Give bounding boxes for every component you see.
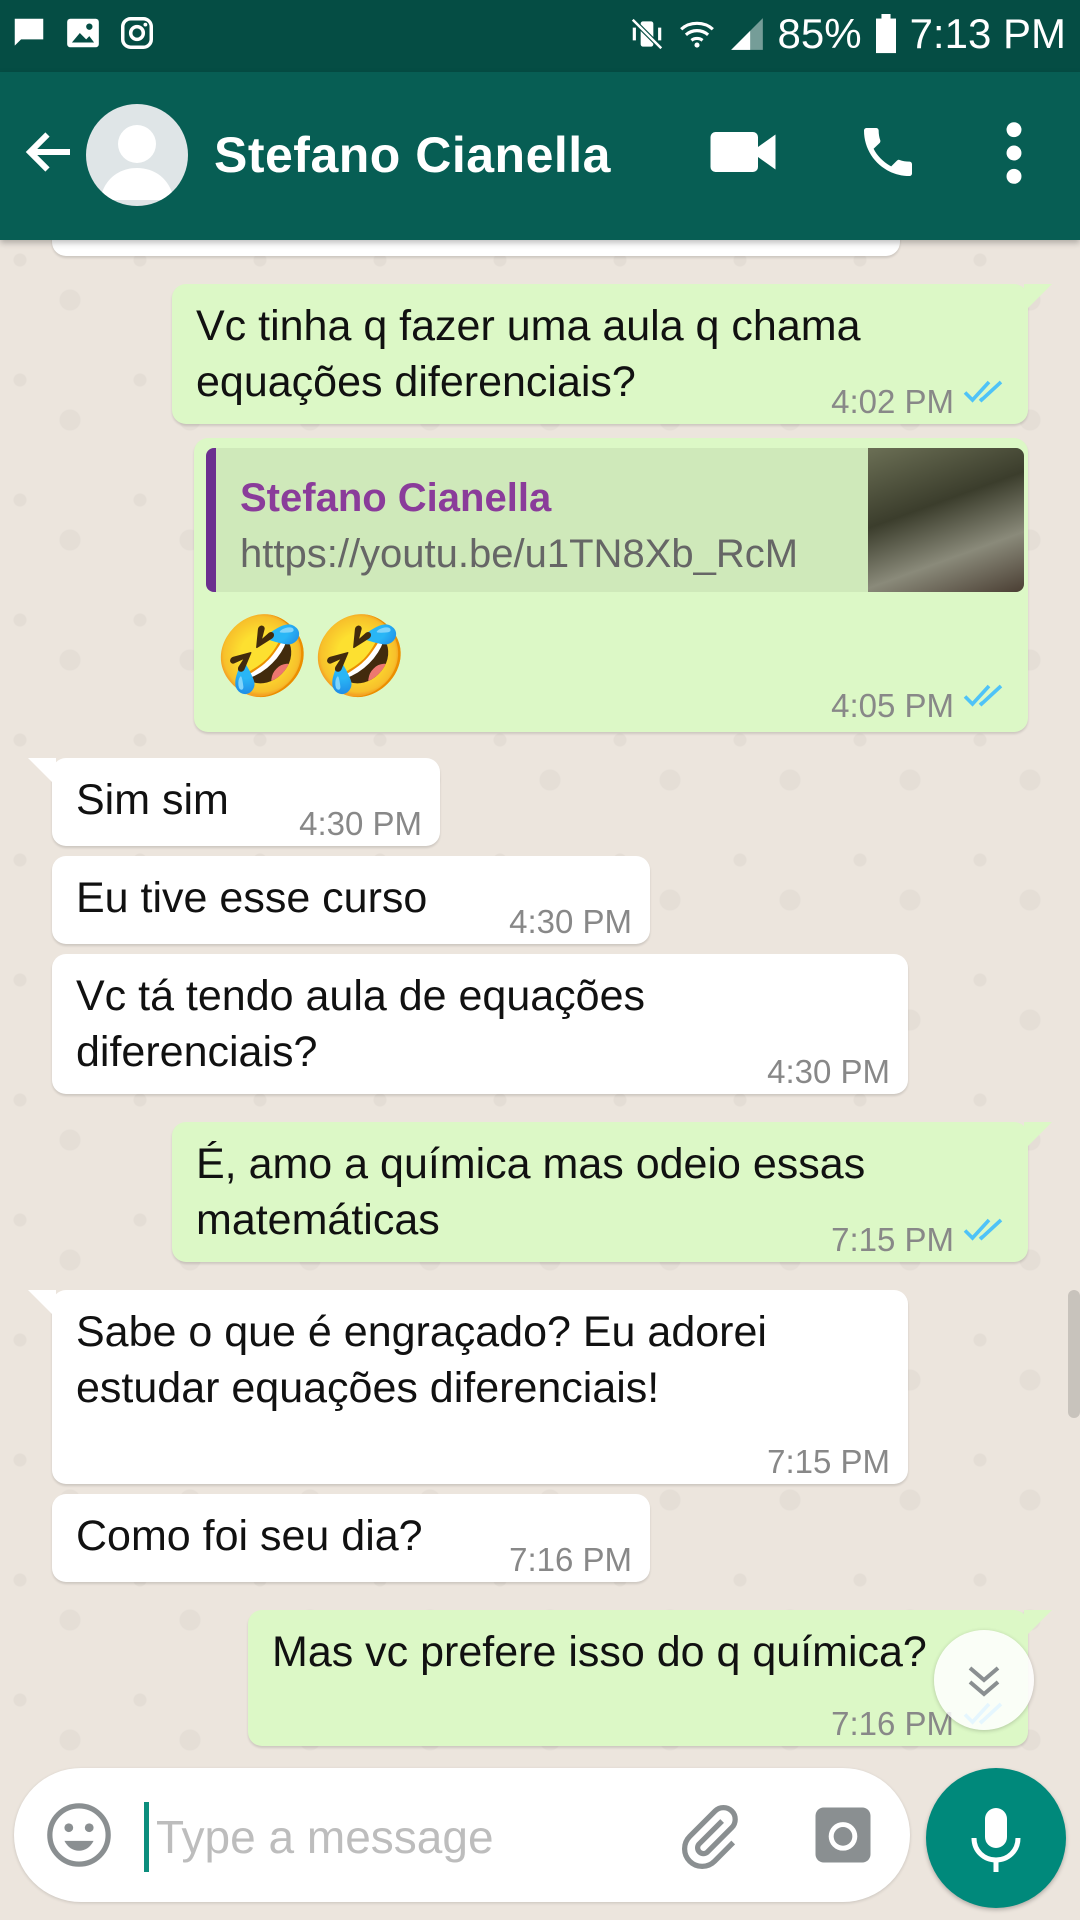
message-text: estudar equações diferenciais! [76,1364,660,1412]
message-input[interactable] [154,1798,618,1876]
wifi-icon [679,21,714,48]
message-bubble-incoming[interactable]: Como foi seu dia? 7:16 PM [52,1494,650,1582]
message-text: Vc tinha q fazer uma aula q chama [196,302,861,350]
message-emoji: 🤣🤣 [214,612,409,700]
chevron-double-down-icon [968,1666,1000,1697]
message-text: matemáticas [196,1196,440,1244]
battery-percent: 85% [777,10,862,57]
contact-name[interactable]: Stefano Cianella [214,126,611,184]
video-camera-icon[interactable] [708,122,778,182]
message-bubble-outgoing[interactable]: Vc tinha q fazer uma aula q chama equaçõ… [172,284,1052,424]
chat-header: Stefano Cianella [0,72,1080,240]
text-cursor [144,1802,149,1872]
video-thumbnail [868,448,1024,592]
message-text: Vc tá tendo aula de equações [76,972,645,1020]
contact-avatar[interactable] [86,104,188,206]
message-text: Como foi seu dia? [76,1512,423,1560]
quoted-author: Stefano Cianella [240,476,552,520]
message-time: 4:30 PM [299,805,422,842]
message-time: 7:15 PM [767,1443,890,1480]
vibrate-mute-icon [630,18,663,50]
microphone-icon [971,1808,1021,1872]
read-receipt-icon [963,380,1003,403]
message-bubble-partial [52,240,900,256]
voice-record-button[interactable] [926,1768,1066,1908]
clock: 7:13 PM [909,10,1066,57]
message-text: Mas vc prefere isso do q química? [272,1628,927,1676]
message-list[interactable]: Vc tinha q fazer uma aula q chama equaçõ… [0,240,1080,1760]
instagram-notification-icon [121,17,153,49]
message-bubble-outgoing[interactable]: É, amo a química mas odeio essas matemát… [172,1122,1052,1262]
message-time: 4:30 PM [509,903,632,940]
message-bubble-incoming[interactable]: Vc tá tendo aula de equações diferenciai… [52,954,908,1094]
message-time: 7:16 PM [509,1541,632,1578]
message-text: equações diferenciais? [196,358,636,406]
camera-icon[interactable] [810,1802,876,1868]
message-text: Eu tive esse curso [76,874,428,922]
bubble-tail [28,758,56,786]
status-bar: 85% 7:13 PM [0,0,1080,72]
default-avatar-icon [100,125,174,200]
bubble-tail [1024,284,1052,312]
message-text: Sim sim [76,776,229,824]
scrollbar-thumb[interactable] [1068,1290,1080,1418]
message-bubble-outgoing[interactable]: Stefano Cianella https://youtu.be/u1TN8X… [194,438,1028,732]
message-text: É, amo a química mas odeio essas [196,1140,866,1188]
back-arrow-icon[interactable] [20,122,80,182]
message-composer [14,1768,910,1902]
emoji-icon[interactable] [44,1800,114,1870]
message-text: Sabe o que é engraçado? Eu adorei [76,1308,767,1356]
message-notification-icon [14,18,44,46]
message-time: 4:30 PM [767,1053,890,1090]
message-time: 4:05 PM [831,687,954,724]
message-time: 4:02 PM [831,383,954,420]
quoted-message[interactable]: Stefano Cianella https://youtu.be/u1TN8X… [206,448,1024,592]
phone-icon[interactable] [856,120,920,184]
paperclip-icon[interactable] [674,1802,744,1872]
message-bubble-outgoing[interactable]: Mas vc prefere isso do q química? 7:16 P… [248,1610,1052,1746]
bubble-tail [1024,1122,1052,1150]
image-notification-icon [67,18,99,48]
read-receipt-icon [963,1218,1003,1241]
quoted-link: https://youtu.be/u1TN8Xb_RcM [240,532,799,576]
message-time: 7:15 PM [831,1221,954,1258]
bubble-tail [28,1290,56,1318]
scroll-to-bottom-button[interactable] [934,1630,1034,1730]
message-bubble-incoming[interactable]: Eu tive esse curso 4:30 PM [52,856,650,944]
more-options-icon[interactable] [996,118,1032,188]
message-bubble-incoming[interactable]: Sim sim 4:30 PM [28,758,440,846]
read-receipt-icon [963,684,1003,707]
signal-icon [730,18,763,50]
message-bubble-incoming[interactable]: Sabe o que é engraçado? Eu adorei estuda… [28,1290,908,1484]
message-text: diferenciais? [76,1028,318,1076]
battery-icon [875,14,896,54]
